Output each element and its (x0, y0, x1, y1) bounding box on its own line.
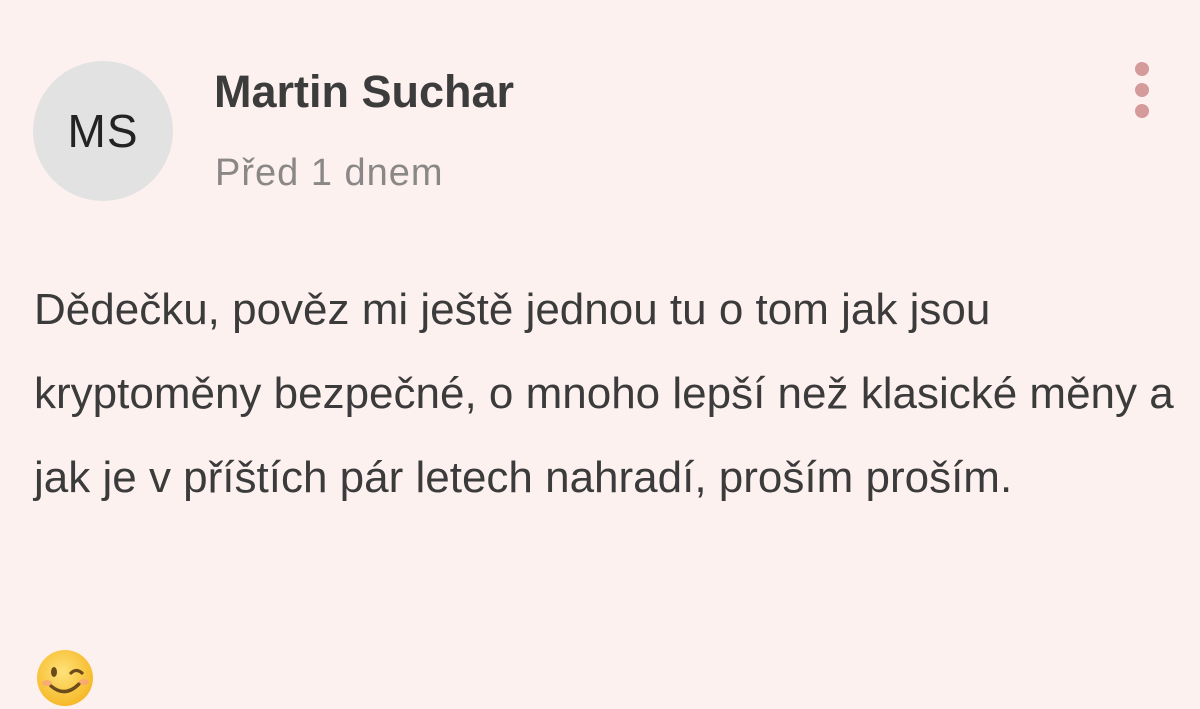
avatar-initials: MS (67, 105, 139, 157)
more-options-button[interactable] (1118, 56, 1166, 124)
author-name[interactable]: Martin Suchar (214, 66, 514, 118)
comment-card: MS Martin Suchar Před 1 dnem Dědečku, po… (0, 0, 1200, 709)
avatar[interactable]: MS (33, 61, 173, 201)
more-vertical-icon-dot (1135, 104, 1149, 118)
more-vertical-icon (1135, 62, 1149, 76)
comment-timestamp: Před 1 dnem (215, 152, 444, 194)
winking-face-emoji (37, 650, 93, 706)
more-vertical-icon-dot (1135, 83, 1149, 97)
comment-text: Dědečku, pověz mi ještě jednou tu o tom … (34, 285, 1174, 502)
